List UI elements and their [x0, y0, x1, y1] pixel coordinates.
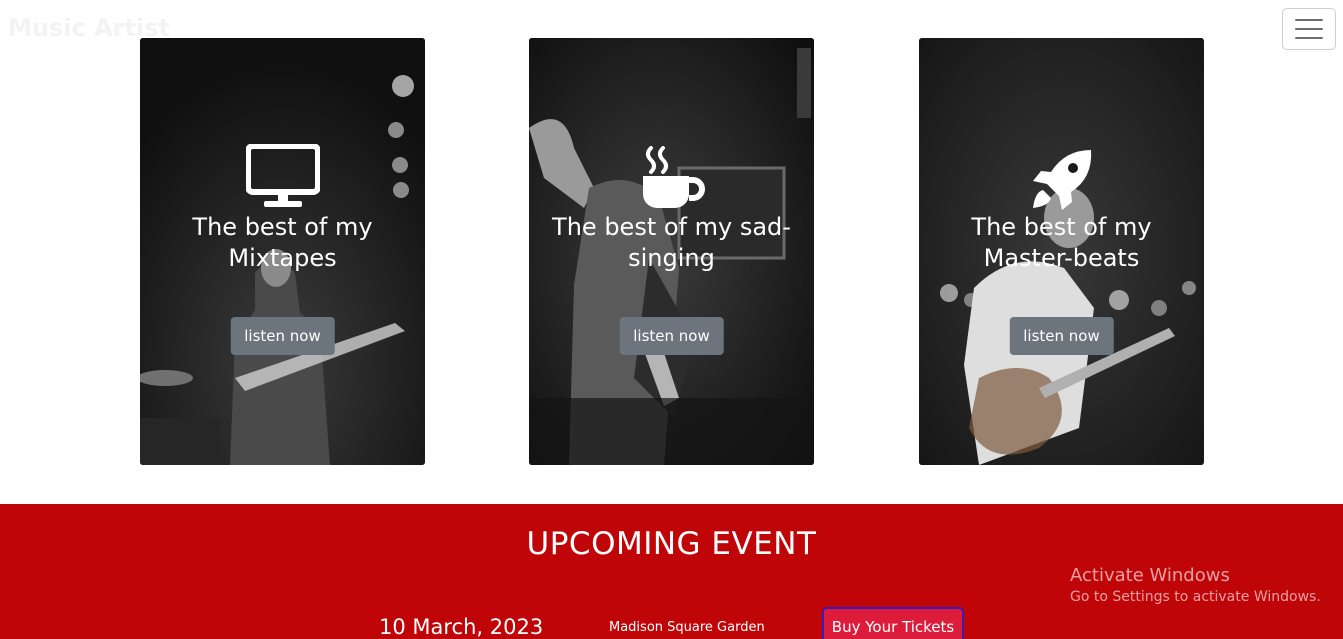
- event-date: 10 March, 2023: [379, 615, 544, 639]
- card-title: The best of my sad-singing: [552, 213, 791, 272]
- hamburger-menu-icon: [1295, 19, 1323, 39]
- coffee-cup-icon: [642, 146, 705, 208]
- listen-now-button[interactable]: listen now: [619, 317, 724, 355]
- card-title: The best of my Mixtapes: [192, 213, 373, 272]
- listen-now-button[interactable]: listen now: [230, 317, 335, 355]
- card-mixtapes: The best of my Mixtapes listen now: [140, 38, 425, 465]
- card-title: The best of my Master-beats: [971, 213, 1152, 272]
- watermark-subtitle: Go to Settings to activate Windows.: [1070, 589, 1321, 605]
- buy-tickets-button[interactable]: Buy Your Tickets: [822, 607, 964, 639]
- desktop-monitor-icon: [245, 144, 320, 207]
- event-heading: UPCOMING EVENT: [526, 526, 817, 562]
- windows-activation-watermark: Activate Windows Go to Settings to activ…: [1070, 565, 1321, 605]
- navbar-toggler-button[interactable]: [1282, 8, 1336, 50]
- rocket-icon: [1032, 150, 1091, 210]
- card-sad-singing: The best of my sad-singing listen now: [529, 38, 814, 465]
- listen-now-button[interactable]: listen now: [1009, 317, 1114, 355]
- event-venue: Madison Square Garden: [609, 620, 765, 635]
- card-master-beats: The best of my Master-beats listen now: [919, 38, 1204, 465]
- watermark-title: Activate Windows: [1070, 565, 1230, 586]
